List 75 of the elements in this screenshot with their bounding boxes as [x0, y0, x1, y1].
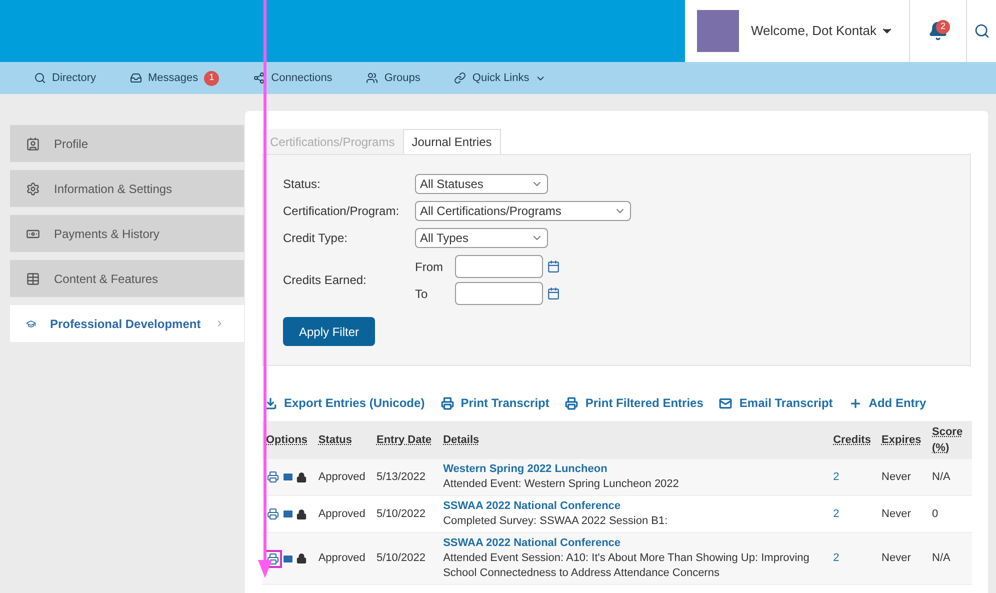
input-field[interactable] — [455, 255, 543, 278]
profile-icon — [26, 136, 40, 150]
expires-text: Never — [882, 552, 911, 564]
nav-link[interactable]: Connections — [253, 70, 332, 86]
connections-icon — [253, 72, 266, 84]
status-text: Approved — [318, 552, 366, 564]
sidebar-item[interactable]: Information & Settings — [10, 170, 244, 207]
sidebar-item[interactable]: Payments & History — [10, 215, 244, 252]
download-icon — [264, 396, 277, 410]
action-link[interactable]: Add Entry — [848, 394, 926, 412]
column-header[interactable]: Score (%) — [932, 424, 968, 456]
inbox-icon — [130, 72, 142, 84]
groups-icon — [366, 72, 378, 84]
date-text: 5/13/2022 — [376, 470, 426, 483]
count-badge: 1 — [204, 70, 220, 86]
search-icon[interactable] — [974, 23, 990, 39]
notification-badge: 2 — [936, 20, 950, 34]
column-header[interactable]: Status — [318, 434, 352, 446]
field-label: Certification/Program: — [283, 203, 400, 220]
entry-title-link[interactable]: SSWAA 2022 National Conference — [443, 536, 826, 551]
date-text: 5/10/2022 — [376, 552, 426, 564]
score-text: 0 — [932, 508, 938, 520]
apply-filter-button[interactable]: Apply Filter — [283, 317, 376, 346]
status-text: Approved — [318, 470, 366, 483]
sidebar-item[interactable]: Professional Development — [10, 305, 244, 342]
expires-text: Never — [882, 508, 911, 520]
action-link[interactable]: Print Filtered Entries — [565, 394, 704, 412]
input-field[interactable] — [455, 282, 543, 305]
dropdown-select[interactable]: All Statuses — [415, 174, 548, 194]
content-icon — [26, 272, 40, 286]
action-link[interactable]: Export Entries (Unicode) — [264, 394, 425, 412]
action-link[interactable]: Print Transcript — [440, 394, 550, 412]
welcome-menu[interactable]: Welcome, Dot Kontak — [751, 21, 894, 41]
sidebar-item[interactable]: Profile — [10, 125, 244, 162]
entry-detail: Attended Event Session: A10: It's About More Than Showing Up: Improving School Connectedness to Address Attendance Concerns — [443, 551, 810, 581]
entry-title-link[interactable]: Western Spring 2022 Luncheon — [443, 462, 826, 477]
column-header[interactable]: Details — [443, 434, 480, 446]
credits-link[interactable]: 2 — [833, 508, 840, 520]
date-text: 5/10/2022 — [376, 508, 426, 520]
entry-detail: Attended Event: Western Spring Luncheon 2022 — [443, 477, 680, 492]
tab[interactable]: Journal Entries — [402, 129, 501, 154]
field-label: Credits Earned: — [283, 272, 368, 289]
entry-detail: Completed Survey: SSWAA 2022 Session B1: — [443, 514, 669, 529]
score-text: N/A — [932, 552, 950, 564]
field-label: Status: — [283, 176, 322, 193]
nav-link[interactable]: Quick Links — [454, 70, 546, 86]
column-header[interactable]: Expires — [882, 434, 922, 446]
links-icon — [454, 72, 466, 84]
settings-icon — [26, 182, 40, 196]
dropdown-select[interactable]: All Certifications/Programs — [415, 201, 631, 221]
column-header[interactable]: Credits — [833, 434, 871, 446]
column-header[interactable]: Entry Date — [376, 434, 432, 446]
nav-link[interactable]: Messages 1 — [130, 70, 220, 86]
search-icon — [34, 72, 46, 84]
entry-title-link[interactable]: SSWAA 2022 National Conference — [443, 499, 826, 514]
add-icon — [848, 396, 862, 410]
nav-link[interactable]: Groups — [366, 70, 420, 86]
calendar-icon[interactable] — [547, 260, 560, 273]
field-label: From — [415, 258, 444, 276]
avatar-photo-placeholder — [697, 10, 739, 52]
dropdown-select[interactable]: All Types — [415, 228, 548, 248]
print-icon — [565, 396, 578, 410]
column-header[interactable]: Options — [266, 434, 308, 446]
print-icon — [440, 396, 454, 410]
credits-link[interactable]: 2 — [833, 552, 840, 564]
field-label: Credit Type: — [283, 230, 348, 247]
score-text: N/A — [932, 470, 950, 483]
field-label: To — [415, 286, 429, 302]
action-link[interactable]: Email Transcript — [719, 394, 833, 412]
sidebar-item[interactable]: Content & Features — [10, 260, 244, 297]
calendar-icon[interactable] — [547, 287, 560, 300]
status-text: Approved — [318, 508, 366, 520]
expires-text: Never — [882, 470, 911, 483]
nav-link[interactable]: Directory — [34, 70, 96, 86]
credits-link[interactable]: 2 — [833, 470, 840, 483]
